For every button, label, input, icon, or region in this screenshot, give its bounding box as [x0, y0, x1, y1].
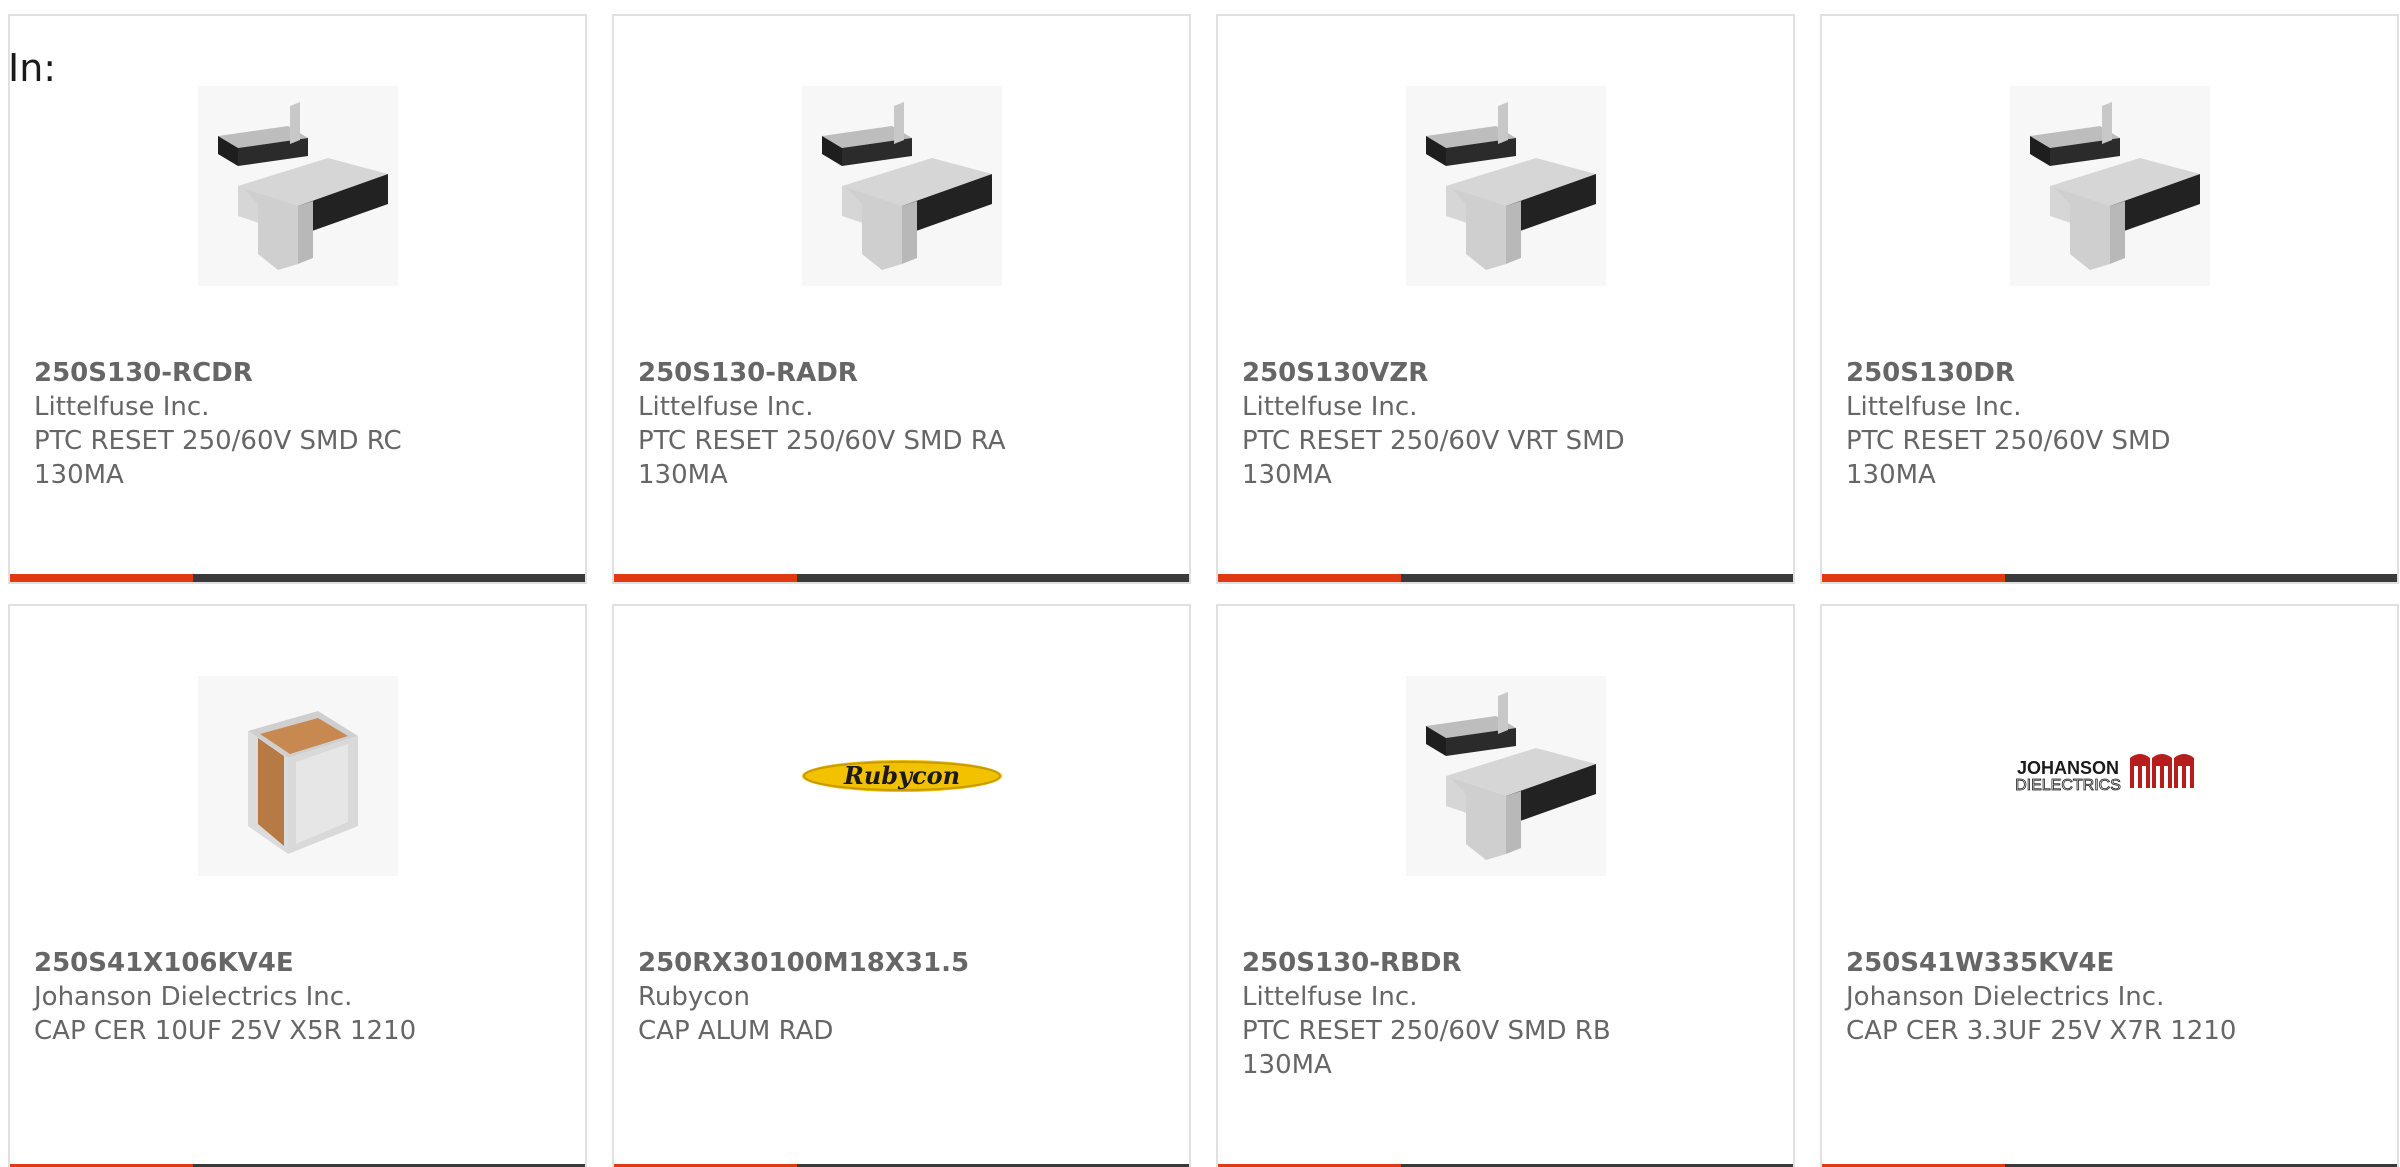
- description: PTC RESET 250/60V SMD RA 130MA: [638, 426, 1006, 490]
- description: PTC RESET 250/60V SMD RC 130MA: [34, 426, 402, 490]
- product-info: 250S130-RCDR Littelfuse Inc. PTC RESET 250…: [34, 356, 434, 492]
- product-results-page: In: 250S130-RCDR Littelfuse Inc. PTC RESET…: [0, 0, 2400, 1167]
- description: CAP CER 10UF 25V X5R 1210: [34, 1016, 417, 1046]
- product-card[interactable]: 250S130-RCDR Littelfuse Inc. PTC RESET 250…: [8, 14, 587, 584]
- product-info: 250S130-RADR Littelfuse Inc. PTC RESET 250…: [638, 356, 1038, 492]
- ptc-fuse-image[interactable]: [802, 86, 1002, 286]
- description: CAP CER 3.3UF 25V X7R 1210: [1846, 1016, 2237, 1046]
- product-card[interactable]: 250S130-RADR Littelfuse Inc. PTC RESET 250…: [612, 14, 1191, 584]
- manufacturer: Littelfuse Inc.: [1242, 982, 1418, 1012]
- part-number[interactable]: 250S130DR: [1846, 356, 2246, 390]
- product-info: 250S41X106KV4E Johanson Dielectrics Inc. C…: [34, 946, 434, 1048]
- product-info: 250S41W335KV4E Johanson Dielectrics Inc. C…: [1846, 946, 2246, 1048]
- ptc-fuse-image[interactable]: [1406, 676, 1606, 876]
- product-card[interactable]: 250S130-RBDR Littelfuse Inc. PTC RESET 250…: [1216, 604, 1795, 1167]
- part-number[interactable]: 250S130-RCDR: [34, 356, 434, 390]
- part-number[interactable]: 250RX30100M18X31.5: [638, 946, 1038, 980]
- ptc-fuse-image[interactable]: [1406, 86, 1606, 286]
- description: PTC RESET 250/60V SMD 130MA: [1846, 426, 2171, 490]
- card-accent-bar: [1218, 574, 1401, 582]
- product-card[interactable]: 250S41X106KV4E Johanson Dielectrics Inc. C…: [8, 604, 587, 1167]
- part-number[interactable]: 250S130-RADR: [638, 356, 1038, 390]
- product-card[interactable]: Rubycon 250RX30100M18X31.5 Rubycon CAP ALUM…: [612, 604, 1191, 1167]
- manufacturer: Littelfuse Inc.: [34, 392, 210, 422]
- card-accent-bar: [614, 574, 797, 582]
- card-accent-bar: [1822, 574, 2005, 582]
- manufacturer: Johanson Dielectrics Inc.: [1846, 982, 2165, 1012]
- manufacturer: Littelfuse Inc.: [1242, 392, 1418, 422]
- product-info: 250S130-RBDR Littelfuse Inc. PTC RESET 250…: [1242, 946, 1642, 1082]
- ptc-fuse-image[interactable]: [2010, 86, 2210, 286]
- part-number[interactable]: 250S130-RBDR: [1242, 946, 1642, 980]
- part-number[interactable]: 250S130VZR: [1242, 356, 1642, 390]
- product-info: 250RX30100M18X31.5 Rubycon CAP ALUM RAD: [638, 946, 1038, 1048]
- product-card[interactable]: 250S130DR Littelfuse Inc. PTC RESET 250/60…: [1820, 14, 2399, 584]
- svg-text:JOHANSON: JOHANSON: [2017, 758, 2119, 778]
- ceramic-capacitor-image[interactable]: [198, 676, 398, 876]
- in-label: In:: [8, 46, 57, 90]
- rubycon-logo[interactable]: Rubycon: [802, 676, 1002, 876]
- product-info: 250S130DR Littelfuse Inc. PTC RESET 250/60…: [1846, 356, 2246, 492]
- product-grid: 250S130-RCDR Littelfuse Inc. PTC RESET 250…: [8, 14, 2400, 1167]
- manufacturer: Johanson Dielectrics Inc.: [34, 982, 353, 1012]
- description: PTC RESET 250/60V SMD RB 130MA: [1242, 1016, 1611, 1080]
- product-info: 250S130VZR Littelfuse Inc. PTC RESET 250/6…: [1242, 356, 1642, 492]
- description: PTC RESET 250/60V VRT SMD 130MA: [1242, 426, 1625, 490]
- johanson-dielectrics-logo[interactable]: JOHANSON DIELECTRICS: [2010, 676, 2210, 876]
- product-card[interactable]: JOHANSON DIELECTRICS 250S41W335KV4E Johanso…: [1820, 604, 2399, 1167]
- description: CAP ALUM RAD: [638, 1016, 834, 1046]
- ptc-fuse-image[interactable]: [198, 86, 398, 286]
- part-number[interactable]: 250S41X106KV4E: [34, 946, 434, 980]
- manufacturer: Littelfuse Inc.: [1846, 392, 2022, 422]
- svg-text:DIELECTRICS: DIELECTRICS: [2015, 777, 2121, 794]
- svg-text:Rubycon: Rubycon: [843, 761, 960, 790]
- product-card[interactable]: 250S130VZR Littelfuse Inc. PTC RESET 250/6…: [1216, 14, 1795, 584]
- manufacturer: Littelfuse Inc.: [638, 392, 814, 422]
- part-number[interactable]: 250S41W335KV4E: [1846, 946, 2246, 980]
- manufacturer: Rubycon: [638, 982, 750, 1012]
- card-accent-bar: [10, 574, 193, 582]
